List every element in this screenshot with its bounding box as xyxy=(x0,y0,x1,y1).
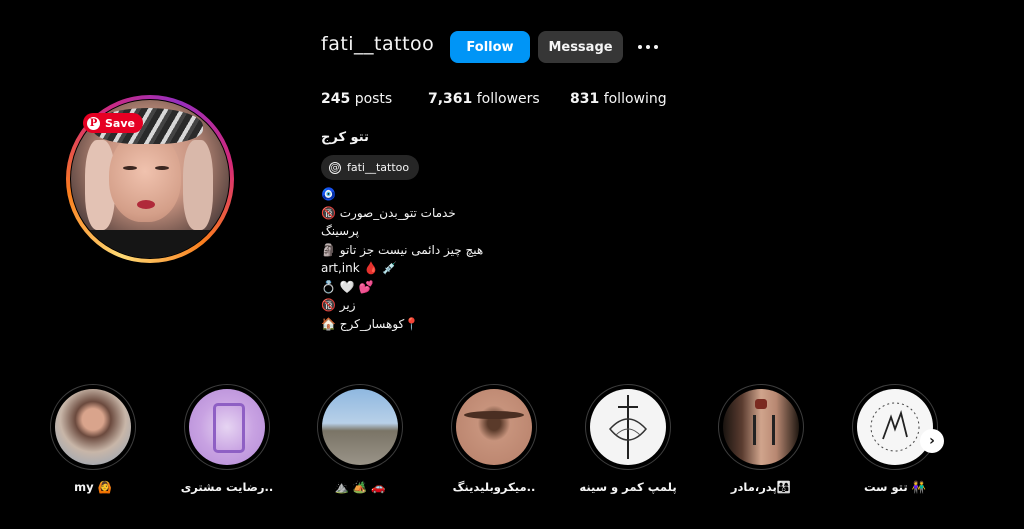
avatar-lips xyxy=(137,200,155,209)
bio-line: 📍کوهسار_کرج 🏠 xyxy=(321,316,420,331)
highlight-ring xyxy=(451,384,537,470)
avatar-eye-left xyxy=(123,166,137,170)
highlight-ring xyxy=(718,384,804,470)
following-link[interactable]: 831 following xyxy=(570,91,667,107)
bio-line: 💍 🤍 💕 xyxy=(321,279,374,294)
dot xyxy=(646,45,650,49)
following-label: following xyxy=(603,91,667,107)
avatar-shirt xyxy=(71,230,229,258)
tattoo-graphic xyxy=(755,399,767,409)
followers-link[interactable]: 7,361 followers xyxy=(428,91,540,107)
followers-label: followers xyxy=(476,91,540,107)
dagger-tattoo-graphic xyxy=(609,395,647,459)
save-label: Save xyxy=(105,116,135,130)
threads-handle: fati__tattoo xyxy=(347,161,410,174)
threads-link[interactable]: @ fati__tattoo xyxy=(321,155,420,180)
username: fati__tattoo xyxy=(321,33,435,55)
bio-line: 🧿 xyxy=(321,187,336,201)
highlight-cover xyxy=(590,389,666,465)
bio-line: art,ink 🩸 💉 xyxy=(321,261,398,275)
bio-line: هیچ چیز دائمی نیست جز تاتو 🗿 xyxy=(321,242,484,257)
highlight-cover xyxy=(456,389,532,465)
highlight-item[interactable]: my 🙆 xyxy=(50,384,136,494)
figures-graphic xyxy=(753,415,775,445)
highlight-item[interactable]: پدر،مادر👨‍👩‍👦 xyxy=(718,384,804,494)
highlight-label: پلمپ کمر و سینه xyxy=(579,480,677,494)
bio-line: زیر 🔞 xyxy=(321,298,356,312)
highlight-ring xyxy=(184,384,270,470)
highlight-label: رضایت مشتری.. xyxy=(180,480,274,494)
highlight-item[interactable]: رضایت مشتری.. xyxy=(181,384,273,494)
bio-line: پرسینگ xyxy=(321,224,359,238)
follow-button[interactable]: Follow xyxy=(450,31,530,63)
highlight-ring xyxy=(50,384,136,470)
more-options-icon[interactable] xyxy=(635,38,661,56)
highlight-label: پدر،مادر👨‍👩‍👦 xyxy=(730,480,792,494)
highlight-cover xyxy=(55,389,131,465)
posts-number: 245 xyxy=(321,91,351,107)
highlight-cover xyxy=(322,389,398,465)
highlight-cover xyxy=(189,389,265,465)
dot xyxy=(654,45,658,49)
highlight-item[interactable]: میکروبلیدینگ.. xyxy=(451,384,537,494)
avatar-hair-right xyxy=(183,140,213,230)
followers-number: 7,361 xyxy=(428,91,473,107)
following-number: 831 xyxy=(570,91,600,107)
pinterest-save-button[interactable]: P Save xyxy=(83,113,143,133)
highlight-ring xyxy=(852,384,938,470)
chevron-right-icon[interactable]: › xyxy=(920,429,944,453)
eyebrow-graphic xyxy=(464,411,524,419)
highlight-item[interactable]: تتو ست 👫 xyxy=(852,384,938,494)
bio-line: خدمات تتو_بدن_صورت 🔞 xyxy=(321,205,456,220)
highlight-cover xyxy=(857,389,933,465)
highlight-label: میکروبلیدینگ.. xyxy=(452,480,536,494)
posts-count: 245 posts xyxy=(321,91,392,107)
phone-graphic xyxy=(213,403,245,453)
avatar-eye-right xyxy=(155,166,169,170)
highlight-ring xyxy=(317,384,403,470)
dot xyxy=(638,45,642,49)
threads-icon: @ xyxy=(329,161,341,174)
highlight-item[interactable]: پلمپ کمر و سینه xyxy=(579,384,677,494)
bio: 🧿 خدمات تتو_بدن_صورت 🔞 پرسینگ هیچ چیز دا… xyxy=(321,185,581,333)
highlight-cover xyxy=(723,389,799,465)
highlight-label: ⛰️ 🏕️ 🚗 xyxy=(334,480,386,494)
couple-tattoo-graphic xyxy=(870,402,920,452)
highlight-label: تتو ست 👫 xyxy=(863,480,927,494)
display-name: تتو کرج xyxy=(321,130,369,145)
posts-label: posts xyxy=(354,91,393,107)
highlight-label: my 🙆 xyxy=(74,480,112,494)
highlight-ring xyxy=(585,384,671,470)
pinterest-icon: P xyxy=(87,116,100,130)
message-button[interactable]: Message xyxy=(538,31,623,63)
highlight-item[interactable]: ⛰️ 🏕️ 🚗 xyxy=(317,384,403,494)
